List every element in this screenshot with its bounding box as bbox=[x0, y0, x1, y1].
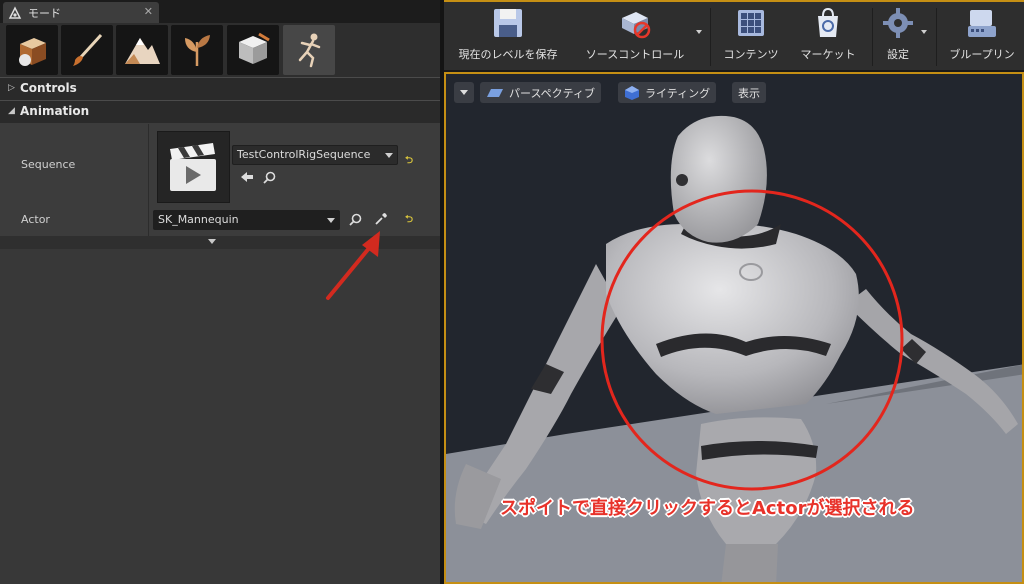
save-level-button[interactable]: 現在のレベルを保存 bbox=[452, 6, 564, 68]
viewport-options-button[interactable] bbox=[454, 82, 474, 103]
level-sequence-icon bbox=[170, 143, 216, 191]
actor-combo[interactable]: SK_Mannequin bbox=[153, 210, 340, 230]
animation-section-title: Animation bbox=[20, 104, 90, 118]
content-icon bbox=[738, 10, 764, 36]
actor-label: Actor bbox=[21, 213, 50, 226]
eyedropper-icon[interactable] bbox=[374, 212, 388, 226]
modes-panel: モード ✕ ▷ Controls ◢ Animation Sequence Te… bbox=[0, 0, 440, 584]
chevron-down-icon bbox=[208, 239, 216, 244]
sequence-thumbnail[interactable] bbox=[157, 131, 230, 203]
source-control-dropdown-icon[interactable] bbox=[696, 30, 702, 34]
lit-mode-icon bbox=[625, 85, 639, 100]
source-control-icon bbox=[622, 12, 651, 39]
lighting-label: ライティング bbox=[645, 86, 711, 100]
blueprints-button[interactable]: ブループリン bbox=[942, 6, 1022, 68]
toolbar-separator bbox=[936, 8, 937, 66]
show-label: 表示 bbox=[738, 86, 760, 100]
toolbar-separator bbox=[872, 8, 873, 66]
tab-modes[interactable]: モード ✕ bbox=[3, 2, 159, 23]
annotation-arrow bbox=[326, 231, 380, 300]
marketplace-icon bbox=[818, 7, 838, 37]
collapse-arrow-icon: ◢ bbox=[8, 106, 15, 116]
modes-tab-icon bbox=[8, 5, 22, 19]
settings-button[interactable]: 設定 bbox=[878, 6, 918, 68]
landscape-mode-button[interactable] bbox=[116, 25, 168, 75]
tab-modes-label: モード bbox=[28, 6, 61, 20]
toolbar-separator bbox=[710, 8, 711, 66]
source-control-button[interactable]: ソースコントロール bbox=[576, 6, 694, 68]
property-column-divider[interactable] bbox=[148, 124, 149, 236]
marketplace-button[interactable]: マーケット bbox=[794, 6, 862, 68]
tab-bar: モード ✕ bbox=[0, 0, 440, 23]
lighting-button[interactable]: ライティング bbox=[618, 82, 717, 103]
show-button[interactable]: 表示 bbox=[732, 82, 766, 103]
sequence-label: Sequence bbox=[21, 158, 76, 171]
place-icon bbox=[19, 38, 46, 66]
annotation-caption: スポイトで直接クリックするとActorが選択される bbox=[500, 498, 915, 519]
use-selected-arrow-icon[interactable] bbox=[240, 171, 254, 183]
browse-search-icon[interactable] bbox=[263, 171, 276, 184]
chevron-down-icon bbox=[460, 90, 468, 95]
close-tab-icon[interactable]: ✕ bbox=[144, 5, 153, 18]
landscape-icon bbox=[125, 38, 160, 64]
chevron-down-icon bbox=[327, 218, 335, 223]
animation-mode-button[interactable] bbox=[283, 25, 335, 75]
content-button[interactable]: コンテンツ bbox=[716, 6, 786, 68]
blueprint-icon bbox=[968, 10, 996, 37]
animation-section-header[interactable]: ◢ Animation bbox=[0, 100, 440, 124]
actor-value: SK_Mannequin bbox=[158, 213, 239, 226]
perspective-button[interactable]: パースペクティブ bbox=[480, 82, 602, 103]
mesh-paint-mode-button[interactable] bbox=[227, 25, 279, 75]
animation-icon bbox=[298, 33, 321, 68]
actor-reset-icon[interactable]: ⮌ bbox=[405, 212, 413, 229]
content-label: コンテンツ bbox=[723, 48, 779, 61]
perspective-label: パースペクティブ bbox=[509, 86, 596, 100]
controls-section-header[interactable]: ▷ Controls bbox=[0, 77, 440, 101]
perspective-icon bbox=[487, 88, 503, 97]
paint-mode-button[interactable] bbox=[61, 25, 113, 75]
mesh-paint-icon bbox=[239, 32, 270, 64]
foliage-mode-button[interactable] bbox=[171, 25, 223, 75]
sequence-combo[interactable]: TestControlRigSequence bbox=[232, 145, 398, 165]
reset-to-default-icon[interactable]: ⮌ bbox=[405, 153, 413, 170]
save-icon bbox=[494, 9, 522, 37]
chevron-down-icon bbox=[385, 153, 393, 158]
paint-icon bbox=[73, 33, 103, 66]
save-level-label: 現在のレベルを保存 bbox=[458, 48, 558, 61]
blueprints-label: ブループリン bbox=[949, 48, 1015, 61]
mode-tools bbox=[0, 23, 440, 77]
expand-arrow-icon: ▷ bbox=[8, 83, 15, 93]
settings-dropdown-icon[interactable] bbox=[921, 30, 927, 34]
settings-label: 設定 bbox=[887, 48, 909, 61]
marketplace-label: マーケット bbox=[800, 48, 856, 61]
main-toolbar: 現在のレベルを保存 ソースコントロール コンテンツ マーケット 設定 ブループリ… bbox=[444, 0, 1024, 70]
source-control-label: ソースコントロール bbox=[585, 48, 685, 61]
foliage-icon bbox=[185, 35, 210, 66]
settings-icon bbox=[883, 8, 913, 38]
controls-section-title: Controls bbox=[20, 81, 77, 95]
place-mode-button[interactable] bbox=[6, 25, 58, 75]
sequence-value: TestControlRigSequence bbox=[237, 148, 371, 161]
